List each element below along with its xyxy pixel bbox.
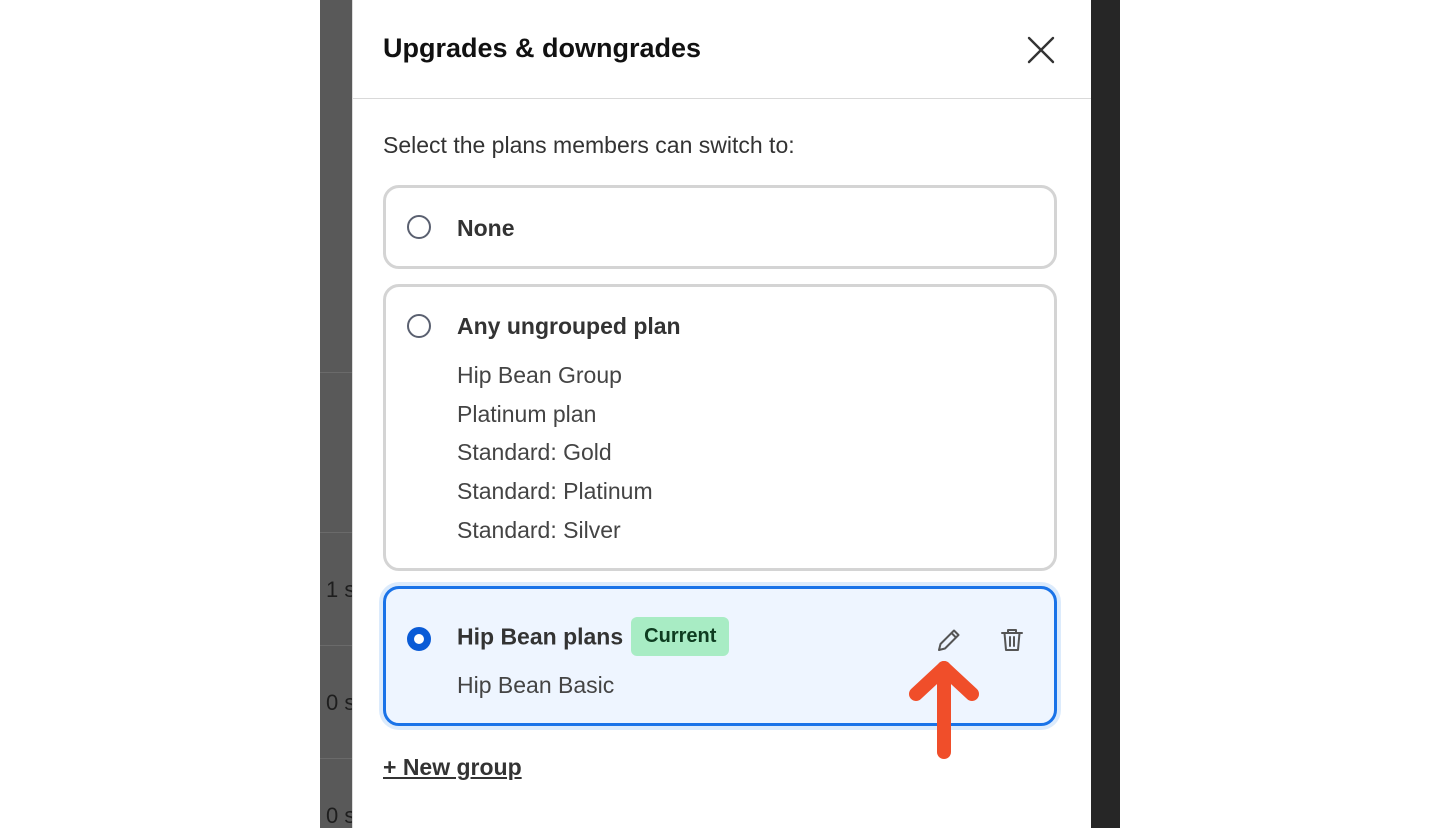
current-badge: Current [631, 617, 730, 656]
option-title: None [457, 215, 515, 241]
dialog-title: Upgrades & downgrades [383, 33, 702, 63]
list-item: Platinum plan [457, 400, 597, 427]
option-any-ungrouped-plan[interactable]: Any ungrouped plan Hip Bean Group Platin… [383, 284, 1057, 571]
list-item: Standard: Gold [457, 439, 612, 466]
delete-group-button[interactable] [997, 625, 1027, 655]
backdrop-divider [320, 372, 352, 373]
option-none[interactable]: None [383, 185, 1057, 269]
plan-list: Hip Bean Basic [457, 671, 614, 710]
close-button[interactable] [1025, 34, 1057, 66]
close-icon [1027, 36, 1055, 64]
list-item: Hip Bean Basic [457, 672, 615, 698]
radio-hip-bean-plans[interactable] [407, 627, 431, 651]
list-item: Hip Bean Group [457, 362, 622, 388]
dialog-header: Upgrades & downgrades [353, 0, 1091, 99]
plan-list: Hip Bean Group Platinum plan Standard: G… [457, 361, 653, 554]
backdrop-right-strip [1090, 0, 1120, 828]
backdrop-divider [320, 645, 352, 646]
option-title-row: Hip Bean plans Current [457, 617, 730, 658]
new-group-link[interactable]: + New group [383, 754, 522, 781]
backdrop-divider [320, 532, 352, 533]
dialog-intro: Select the plans members can switch to: [383, 132, 795, 158]
list-item: Standard: Silver [457, 516, 621, 543]
radio-any-ungrouped-plan[interactable] [407, 314, 431, 338]
edit-group-button[interactable] [934, 625, 964, 655]
backdrop-divider [320, 758, 352, 759]
option-title: Any ungrouped plan [457, 313, 681, 339]
arrow-up-icon [909, 661, 979, 759]
list-item: Standard: Platinum [457, 478, 653, 505]
backdrop-peek-text: 1 s [326, 577, 356, 602]
option-title: Hip Bean plans [457, 623, 624, 650]
trash-icon [1001, 629, 1023, 651]
pencil-icon [938, 629, 960, 651]
radio-none[interactable] [407, 215, 431, 239]
